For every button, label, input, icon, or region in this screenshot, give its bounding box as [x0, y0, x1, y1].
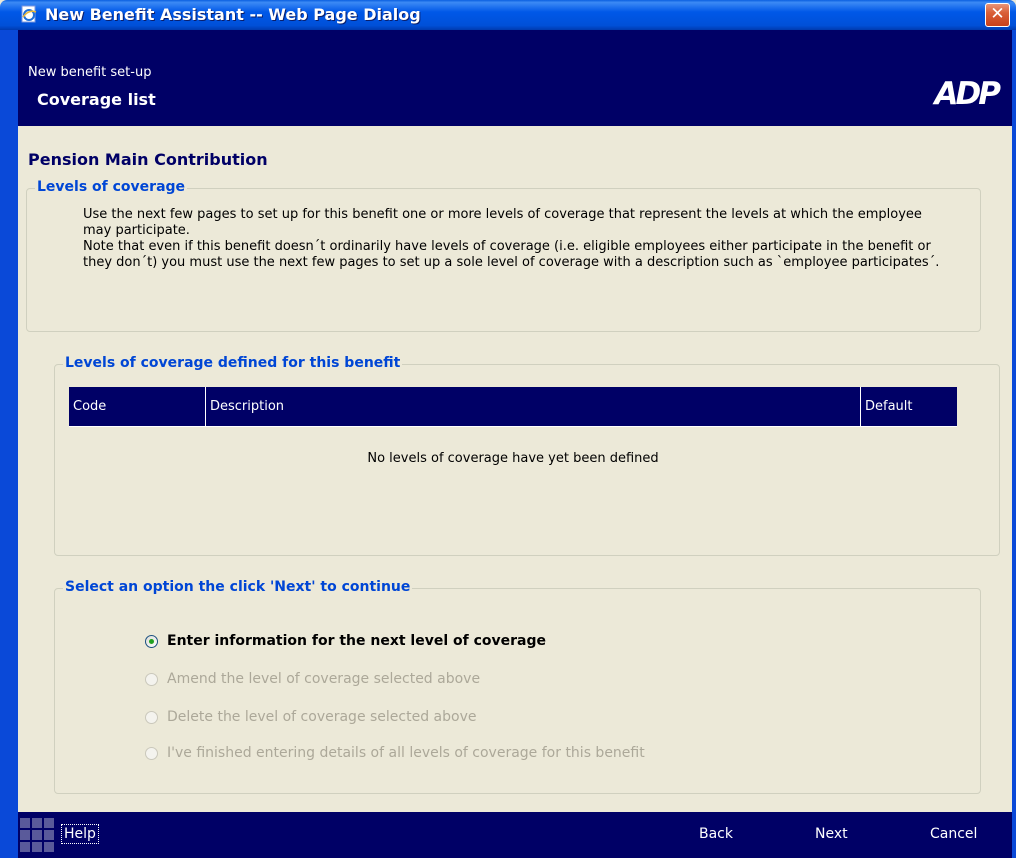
next-button[interactable]: Next [815, 826, 848, 842]
levels-info-note: Note that even if this benefit doesn´t o… [83, 239, 940, 270]
levels-table-legend: Levels of coverage defined for this bene… [63, 355, 403, 371]
dialog-content: Pension Main Contribution Levels of cove… [18, 126, 1012, 812]
option-label: Amend the level of coverage selected abo… [167, 671, 481, 687]
empty-table-message: No levels of coverage have yet been defi… [367, 451, 659, 466]
title-bar[interactable]: New Benefit Assistant -- Web Page Dialog… [0, 0, 1016, 30]
window-title: New Benefit Assistant -- Web Page Dialog [45, 5, 421, 24]
header-subtitle: New benefit set-up [28, 65, 152, 80]
levels-info-group: Levels of coverage Use the next few page… [26, 179, 981, 332]
levels-info-paragraph: Use the next few pages to set up for thi… [83, 207, 922, 238]
dialog-header: New benefit set-up Coverage list ADP [18, 30, 1012, 126]
close-button[interactable]: ✕ [985, 3, 1010, 27]
option-label: Enter information for the next level of … [167, 633, 547, 649]
levels-info-text: Use the next few pages to set up for thi… [83, 207, 943, 271]
option-label: Delete the level of coverage selected ab… [167, 709, 477, 725]
options-legend: Select an option the click 'Next' to con… [63, 579, 413, 595]
page-heading: Pension Main Contribution [28, 150, 268, 169]
back-button[interactable]: Back [699, 826, 733, 842]
dialog-footer: Help Back Next Cancel [18, 812, 1012, 858]
radio-icon[interactable] [145, 673, 158, 686]
header-title: Coverage list [37, 90, 156, 109]
levels-info-legend: Levels of coverage [35, 179, 188, 195]
column-header-code[interactable]: Code [69, 387, 206, 427]
levels-table-group: Levels of coverage defined for this bene… [54, 355, 1000, 556]
option-label: I've finished entering details of all le… [167, 745, 645, 761]
help-button[interactable]: Help [61, 824, 99, 844]
radio-selected-icon[interactable] [145, 635, 158, 648]
radio-icon[interactable] [145, 711, 158, 724]
levels-table-header: Code Description Default [69, 387, 957, 427]
close-icon: ✕ [990, 4, 1005, 24]
cancel-button[interactable]: Cancel [930, 826, 977, 842]
options-group: Select an option the click 'Next' to con… [54, 579, 981, 794]
grid-icon [18, 816, 56, 854]
radio-icon[interactable] [145, 747, 158, 760]
column-header-description[interactable]: Description [206, 387, 861, 427]
window-frame-right [1012, 30, 1016, 858]
window-frame-left [0, 30, 18, 858]
adp-logo: ADP [934, 76, 1001, 112]
column-header-default[interactable]: Default [861, 387, 957, 427]
ie-page-icon [21, 5, 37, 23]
